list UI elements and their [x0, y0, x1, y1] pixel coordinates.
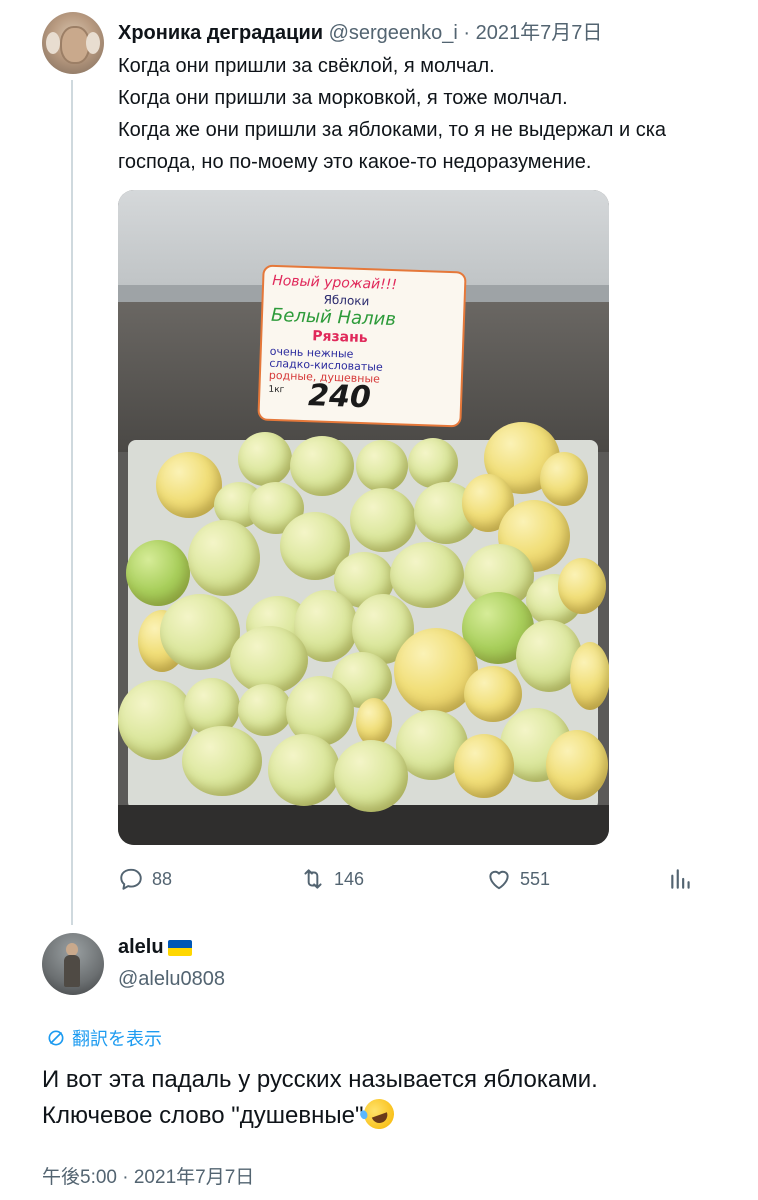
reply-line: Ключевое слово "душевные" [42, 1102, 364, 1129]
translate-icon [48, 1030, 64, 1046]
like-button[interactable]: 551 [486, 866, 550, 892]
like-count: 551 [520, 868, 551, 889]
ukraine-flag-icon [167, 939, 192, 956]
retweet-button[interactable]: 146 [300, 866, 364, 892]
reply-author-name-row[interactable]: alelu [118, 936, 192, 959]
apple [238, 684, 292, 736]
apple [540, 452, 588, 506]
author-avatar[interactable] [42, 12, 104, 74]
apple [118, 680, 194, 760]
apple [390, 542, 464, 608]
apple [546, 730, 608, 800]
avatar-person-body [64, 955, 80, 987]
apple [454, 734, 514, 798]
tweet-line: Когда они пришли за морковкой, я тоже мо… [118, 87, 568, 109]
apple [570, 642, 609, 710]
reply-text: И вот эта падаль у русских называется яб… [42, 1062, 598, 1134]
apple [290, 436, 354, 496]
tweet-line: Когда же они пришли за яблоками, то я не… [118, 119, 667, 141]
apple [126, 540, 190, 606]
apple [188, 520, 260, 596]
tweet-text: Когда они пришли за свёклой, я молчал. К… [118, 50, 758, 178]
apple [558, 558, 606, 614]
tweet-date[interactable]: 2021年7月7日 [476, 22, 603, 44]
apple [160, 594, 240, 670]
stats-button[interactable] [668, 866, 694, 892]
retweet-count: 146 [334, 868, 365, 889]
apple [238, 432, 292, 486]
price-tag-price: 240 [307, 378, 372, 416]
apple [408, 438, 458, 488]
date-separator: · [457, 22, 476, 44]
apple [334, 740, 408, 812]
apple [156, 452, 222, 518]
rofl-emoji-icon [359, 1094, 398, 1134]
stats-icon [671, 869, 690, 889]
price-tag: Новый урожай!!! Яблоки Белый Налив Рязан… [257, 264, 467, 428]
avatar-headphone-right [86, 32, 100, 54]
retweet-icon [304, 869, 322, 889]
apple [268, 734, 340, 806]
price-tag-unit: 1кг [268, 384, 285, 396]
apple [356, 698, 392, 746]
apple [356, 440, 408, 492]
author-name[interactable]: Хроника деградации [118, 22, 323, 44]
apple [464, 666, 522, 722]
reply-count: 88 [152, 868, 173, 889]
apple [350, 488, 416, 552]
tweet-actions: 88 146 551 [118, 866, 708, 900]
reply-author-handle[interactable]: @alelu0808 [118, 968, 225, 991]
tweet-line: господа, но по-моему это какое-то недора… [118, 151, 592, 173]
like-icon [489, 870, 509, 890]
avatar-headphone-left [46, 32, 60, 54]
thread-line [71, 80, 73, 925]
reply-author-avatar[interactable] [42, 933, 104, 995]
reply-timestamp[interactable]: 午後5:00 · 2021年7月7日 [42, 1162, 254, 1189]
translate-link[interactable]: 翻訳を表示 [46, 1025, 162, 1051]
tweet-line: Когда они пришли за свёклой, я молчал. [118, 55, 495, 77]
reply-line: И вот эта падаль у русских называется яб… [42, 1066, 598, 1093]
price-tag-origin: Рязань [312, 328, 368, 347]
apple [182, 726, 262, 796]
reply-author-name[interactable]: alelu [118, 936, 164, 959]
reply-icon [120, 868, 142, 890]
reply-button[interactable]: 88 [118, 866, 172, 892]
price-tag-variety: Белый Налив [270, 304, 397, 331]
author-handle[interactable]: @sergeenko_i [329, 22, 458, 44]
translate-label: 翻訳を表示 [72, 1029, 162, 1049]
reply-line-row: Ключевое слово "душевные" [42, 1094, 598, 1134]
price-tag-headline: Новый урожай!!! [271, 272, 398, 294]
tweet-header: Хроника деградации @sergeenko_i · 2021年7… [118, 16, 602, 45]
tweet-photo[interactable]: Новый урожай!!! Яблоки Белый Налив Рязан… [118, 190, 609, 845]
